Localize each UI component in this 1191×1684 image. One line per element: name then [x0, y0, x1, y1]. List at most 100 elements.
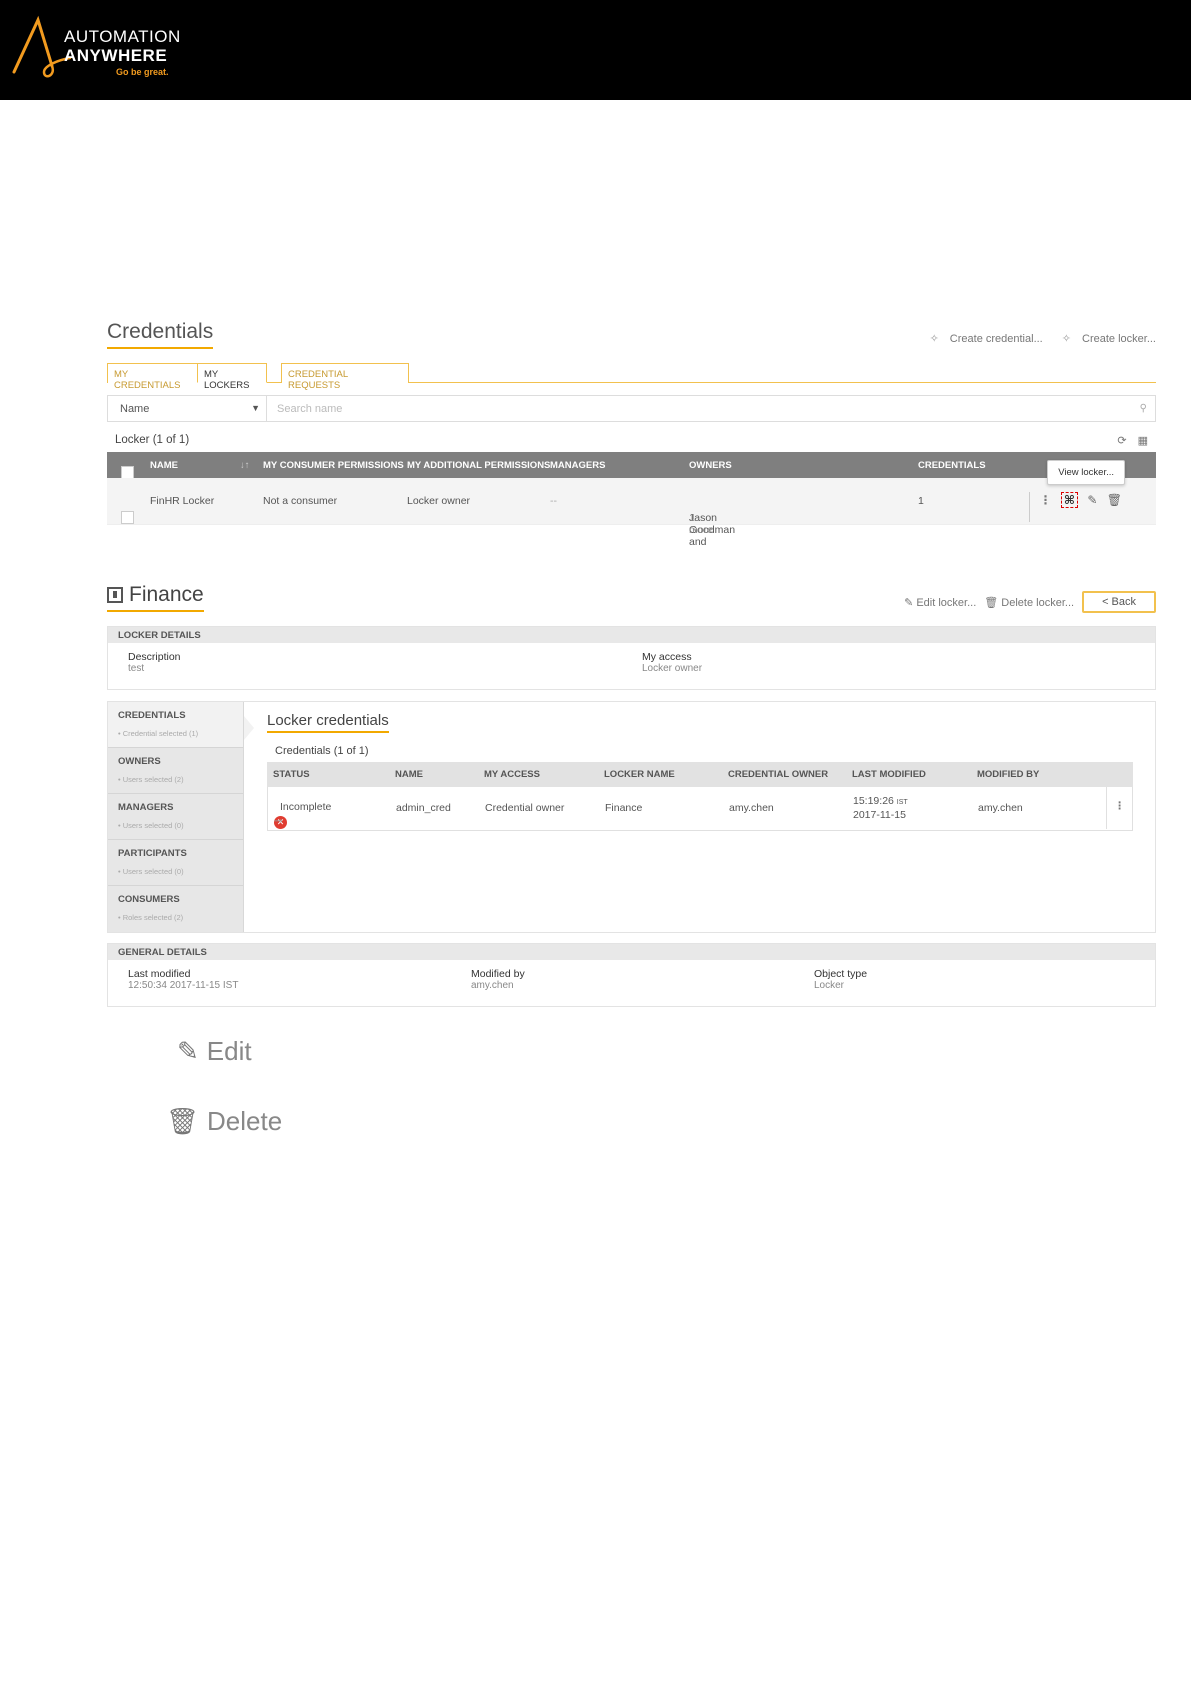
- general-details-panel: GENERAL DETAILS Last modified 12:50:34 2…: [107, 943, 1156, 1007]
- cell-owner: amy.chen: [729, 802, 774, 814]
- wand-icon: ✧: [929, 333, 939, 345]
- tab-my-credentials[interactable]: MY CREDENTIALS: [107, 363, 197, 391]
- my-access-label: My access: [642, 651, 692, 663]
- locker-count-row: Locker (1 of 1) ⟳ ▦: [107, 434, 1156, 450]
- locker-actions: ✎ Edit locker... 🗑 Delete locker... < Ba…: [904, 591, 1156, 613]
- caret-down-icon: ▼: [251, 403, 260, 413]
- table-row[interactable]: ✕ ⊸ Incomplete admin_cred Credential owne…: [267, 787, 1133, 831]
- lockers-table-header: NAME ↓↑ MY CONSUMER PERMISSIONS MY ADDIT…: [107, 452, 1156, 479]
- tab-bar: MY CREDENTIALS MY LOCKERS CREDENTIAL REQ…: [107, 361, 1156, 391]
- cell-modified-by: amy.chen: [978, 802, 1023, 814]
- edit-legend: ✎ Edit: [177, 1036, 252, 1067]
- locker-details-body: Description test My access Locker owner: [108, 643, 1155, 689]
- general-details-header: GENERAL DETAILS: [108, 944, 1155, 960]
- search-input[interactable]: Search name ⚲: [267, 396, 1155, 421]
- pencil-icon: ✎: [904, 596, 914, 609]
- locker-details-header: LOCKER DETAILS: [108, 627, 1155, 643]
- view-binoculars-icon[interactable]: ⌘: [1060, 492, 1079, 508]
- credentials-table-header: STATUS NAME MY ACCESS LOCKER NAME CREDEN…: [267, 762, 1133, 787]
- search-bar: Name ▼ Search name ⚲: [107, 395, 1156, 422]
- modified-by-field: Modified by amy.chen: [471, 968, 525, 991]
- owners-more-link[interactable]: 1 more: [689, 512, 713, 536]
- edit-locker-link[interactable]: ✎ Edit locker...: [904, 596, 976, 609]
- col-additional-permissions[interactable]: MY ADDITIONAL PERMISSIONS: [407, 460, 550, 471]
- col-modified-by[interactable]: MODIFIED BY: [977, 769, 1039, 780]
- tab-credential-requests[interactable]: CREDENTIAL REQUESTS: [281, 363, 409, 391]
- trash-icon: 🗑: [166, 1106, 200, 1136]
- more-actions-icon[interactable]: ⋮: [1106, 787, 1132, 829]
- my-access-field: My access Locker owner: [642, 651, 702, 674]
- side-item-subtitle: • Users selected (2): [118, 775, 184, 784]
- col-name[interactable]: NAME: [395, 769, 423, 780]
- side-item-owners[interactable]: OWNERS • Users selected (2): [108, 748, 243, 794]
- pencil-icon: ✎: [177, 1036, 199, 1066]
- side-item-managers[interactable]: MANAGERS • Users selected (0): [108, 794, 243, 840]
- description-label: Description: [128, 651, 181, 663]
- locker-content: CREDENTIALS • Credential selected (1) OW…: [107, 701, 1156, 933]
- col-credential-owner[interactable]: CREDENTIAL OWNER: [728, 769, 828, 780]
- logo-line-2: ANYWHERE: [64, 46, 168, 65]
- search-icon[interactable]: ⚲: [1140, 403, 1147, 414]
- locker-title: Finance: [107, 583, 204, 612]
- side-item-subtitle: • Credential selected (1): [118, 729, 199, 738]
- side-item-title: CONSUMERS: [118, 894, 180, 905]
- create-locker-link[interactable]: ✧ Create locker...: [1054, 333, 1156, 345]
- cell-last-modified: 15:19:26 IST 2017-11-15: [853, 795, 908, 822]
- cell-my-access: Credential owner: [485, 802, 565, 814]
- col-status[interactable]: STATUS: [273, 769, 310, 780]
- back-button[interactable]: < Back: [1082, 591, 1156, 613]
- side-item-participants[interactable]: PARTICIPANTS • Users selected (0): [108, 840, 243, 886]
- key-icon: ⊸: [274, 816, 283, 827]
- status-text: Incomplete: [280, 801, 332, 813]
- search-field-select[interactable]: Name ▼: [108, 396, 267, 421]
- col-name[interactable]: NAME: [150, 460, 178, 471]
- cell-name[interactable]: FinHR Locker: [150, 495, 214, 507]
- create-credential-link[interactable]: ✧ Create credential...: [922, 333, 1043, 345]
- side-item-subtitle: • Roles selected (2): [118, 913, 184, 922]
- last-modified-time: 15:19:26: [853, 795, 894, 807]
- delete-locker-link[interactable]: 🗑 Delete locker...: [984, 596, 1074, 609]
- trash-icon: 🗑: [984, 596, 999, 609]
- edit-pencil-icon[interactable]: ✎: [1087, 493, 1097, 507]
- locker-detail-section: Finance ✎ Edit locker... 🗑 Delete locker…: [107, 583, 1156, 1007]
- cell-credentials: 1: [918, 495, 924, 507]
- side-item-title: MANAGERS: [118, 802, 174, 813]
- last-modified-date: 2017-11-15: [853, 809, 906, 821]
- status-cell: ✕ ⊸ Incomplete: [274, 801, 332, 829]
- col-consumer-permissions[interactable]: MY CONSUMER PERMISSIONS: [263, 460, 404, 471]
- modified-by-value: amy.chen: [471, 980, 514, 991]
- object-type-field: Object type Locker: [814, 968, 867, 991]
- trash-icon[interactable]: 🗑: [1107, 493, 1122, 507]
- delete-legend: 🗑 Delete: [166, 1106, 282, 1137]
- col-my-access[interactable]: MY ACCESS: [484, 769, 540, 780]
- col-locker-name[interactable]: LOCKER NAME: [604, 769, 675, 780]
- description-field: Description test: [128, 651, 181, 674]
- locker-credentials-title: Locker credentials: [267, 712, 389, 733]
- modified-by-label: Modified by: [471, 968, 525, 980]
- object-type-value: Locker: [814, 980, 845, 991]
- locker-credentials-area: Locker credentials Credentials (1 of 1) …: [267, 712, 1133, 831]
- side-item-credentials[interactable]: CREDENTIALS • Credential selected (1): [108, 702, 243, 748]
- delete-locker-label: Delete locker...: [1001, 596, 1075, 609]
- refresh-icon[interactable]: ⟳: [1117, 435, 1126, 447]
- sort-icon[interactable]: ↓↑: [240, 460, 250, 471]
- grid-tools: ⟳ ▦: [1109, 434, 1148, 447]
- side-item-consumers[interactable]: CONSUMERS • Roles selected (2): [108, 886, 243, 932]
- col-credentials[interactable]: CREDENTIALS: [918, 460, 986, 471]
- logo-line-1: AUTOMATION: [64, 27, 181, 46]
- last-modified-label: Last modified: [128, 968, 191, 980]
- table-row[interactable]: FinHR Locker Not a consumer Locker owner…: [107, 460, 1156, 548]
- col-managers[interactable]: MANAGERS: [550, 460, 605, 471]
- row-actions: ⋮ ⌘ ✎ 🗑: [1028, 492, 1128, 522]
- logo-tagline: Go be great.: [116, 67, 169, 77]
- cell-name[interactable]: admin_cred: [396, 802, 451, 814]
- locker-title-text: Finance: [129, 583, 204, 606]
- tab-my-lockers[interactable]: MY LOCKERS: [197, 363, 267, 391]
- col-owners[interactable]: OWNERS: [689, 460, 732, 471]
- columns-icon[interactable]: ▦: [1138, 435, 1148, 447]
- page-title: Credentials: [107, 320, 214, 349]
- search-field-value: Name: [120, 403, 150, 415]
- more-actions-icon[interactable]: ⋮: [1040, 493, 1052, 507]
- side-item-title: CREDENTIALS: [118, 710, 186, 721]
- col-last-modified[interactable]: LAST MODIFIED: [852, 769, 926, 780]
